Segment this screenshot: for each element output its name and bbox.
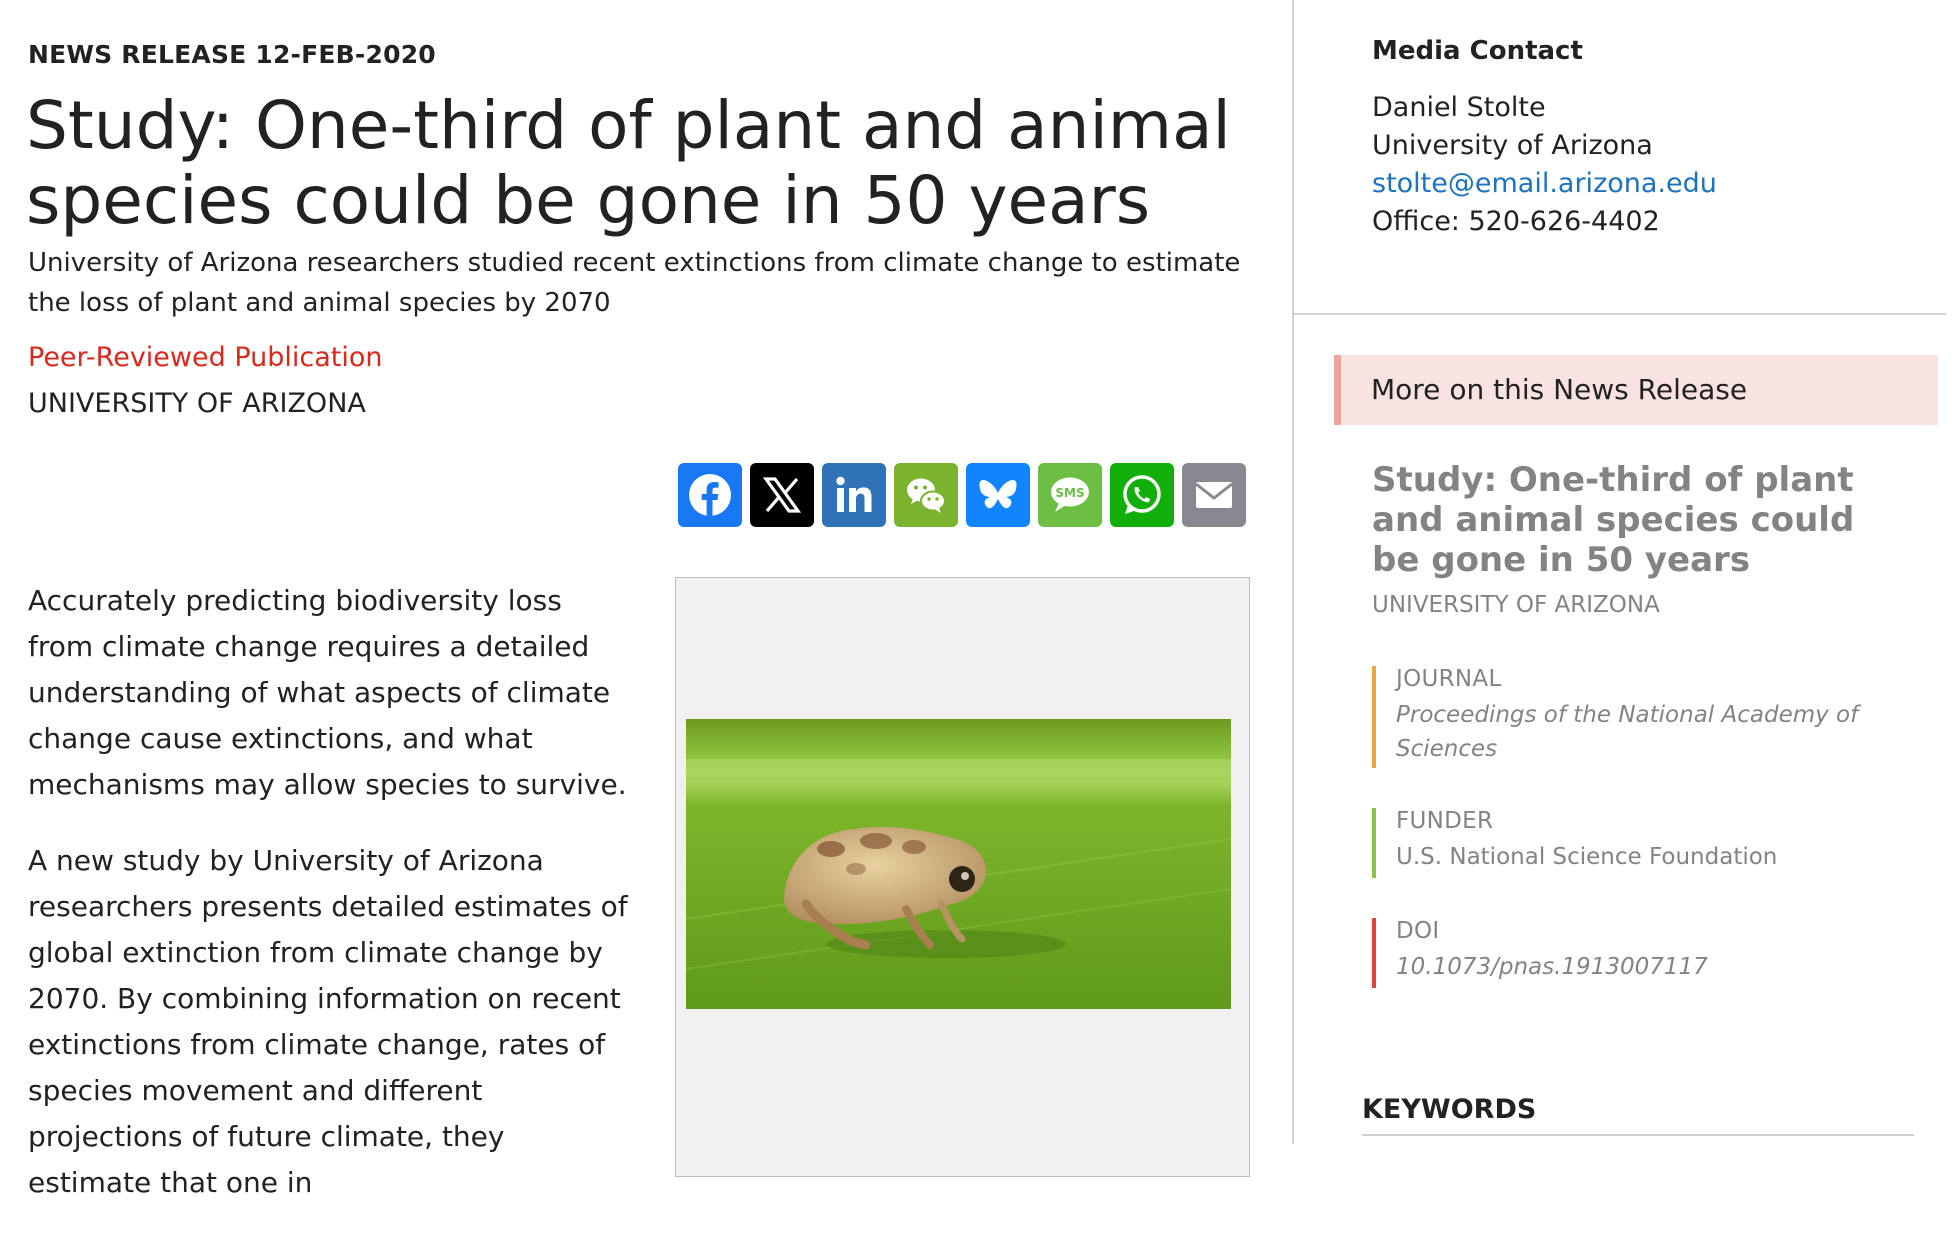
wechat-share-button[interactable] bbox=[894, 463, 958, 527]
whatsapp-icon bbox=[1123, 475, 1161, 514]
doi-block: DOI 10.1073/pnas.1913007117 bbox=[1372, 918, 1912, 988]
journal-name: Proceedings of the National Academy of S… bbox=[1396, 702, 1859, 762]
journal-block: JOURNAL Proceedings of the National Acad… bbox=[1372, 666, 1912, 768]
linkedin-icon bbox=[836, 476, 872, 512]
keywords-rule bbox=[1362, 1134, 1914, 1136]
funder-name: U.S. National Science Foundation bbox=[1396, 844, 1778, 870]
facebook-share-button[interactable] bbox=[678, 463, 742, 527]
keywords-heading: KEYWORDS bbox=[1362, 1094, 1537, 1125]
email-share-button[interactable] bbox=[1182, 463, 1246, 527]
related-release-institution: UNIVERSITY OF ARIZONA bbox=[1372, 592, 1660, 618]
contact-name: Daniel Stolte bbox=[1372, 92, 1546, 123]
doi-value[interactable]: 10.1073/pnas.1913007117 bbox=[1396, 950, 1912, 984]
contact-organization: University of Arizona bbox=[1372, 130, 1653, 161]
contact-phone: Office: 520-626-4402 bbox=[1372, 206, 1660, 237]
facebook-icon bbox=[689, 474, 731, 516]
article-body: Accurately predicting biodiversity loss … bbox=[28, 578, 628, 1236]
sidebar-divider bbox=[1294, 313, 1946, 315]
institution-name: UNIVERSITY OF ARIZONA bbox=[28, 388, 366, 419]
page-title: Study: One-third of plant and animal spe… bbox=[26, 87, 1231, 239]
more-on-release-heading: More on this News Release bbox=[1371, 373, 1748, 406]
x-icon bbox=[762, 477, 802, 513]
sidebar: Media Contact Daniel Stolte University o… bbox=[1294, 0, 1954, 1144]
figure-panel bbox=[675, 577, 1250, 1177]
share-bar: SMS bbox=[678, 463, 1246, 527]
email-icon bbox=[1195, 482, 1233, 508]
linkedin-share-button[interactable] bbox=[822, 463, 886, 527]
related-release-title[interactable]: Study: One-third of plant and animal spe… bbox=[1372, 460, 1912, 580]
whatsapp-share-button[interactable] bbox=[1110, 463, 1174, 527]
subheadline: University of Arizona researchers studie… bbox=[28, 248, 1241, 318]
contact-email-link[interactable]: stolte@email.arizona.edu bbox=[1372, 168, 1717, 199]
more-on-release-banner: More on this News Release bbox=[1334, 355, 1938, 425]
wechat-icon bbox=[907, 478, 946, 513]
publication-type: Peer-Reviewed Publication bbox=[28, 342, 383, 373]
funder-label: FUNDER bbox=[1396, 808, 1494, 834]
news-release-dateline: NEWS RELEASE 12-FEB-2020 bbox=[28, 40, 436, 69]
funder-block: FUNDER U.S. National Science Foundation bbox=[1372, 808, 1912, 878]
article-paragraph: Accurately predicting biodiversity loss … bbox=[28, 584, 627, 801]
x-share-button[interactable] bbox=[750, 463, 814, 527]
frog-photo[interactable] bbox=[686, 719, 1231, 1009]
doi-label: DOI bbox=[1396, 918, 1440, 944]
article-paragraph: A new study by University of Arizona res… bbox=[28, 844, 628, 1199]
sms-icon: SMS bbox=[1051, 477, 1089, 512]
journal-label: JOURNAL bbox=[1396, 666, 1502, 692]
media-contact-heading: Media Contact bbox=[1372, 36, 1583, 66]
bluesky-icon bbox=[979, 480, 1017, 509]
bluesky-share-button[interactable] bbox=[966, 463, 1030, 527]
svg-text:SMS: SMS bbox=[1055, 486, 1084, 500]
article-column: NEWS RELEASE 12-FEB-2020 Study: One-thir… bbox=[0, 0, 1290, 1199]
sms-share-button[interactable]: SMS bbox=[1038, 463, 1102, 527]
